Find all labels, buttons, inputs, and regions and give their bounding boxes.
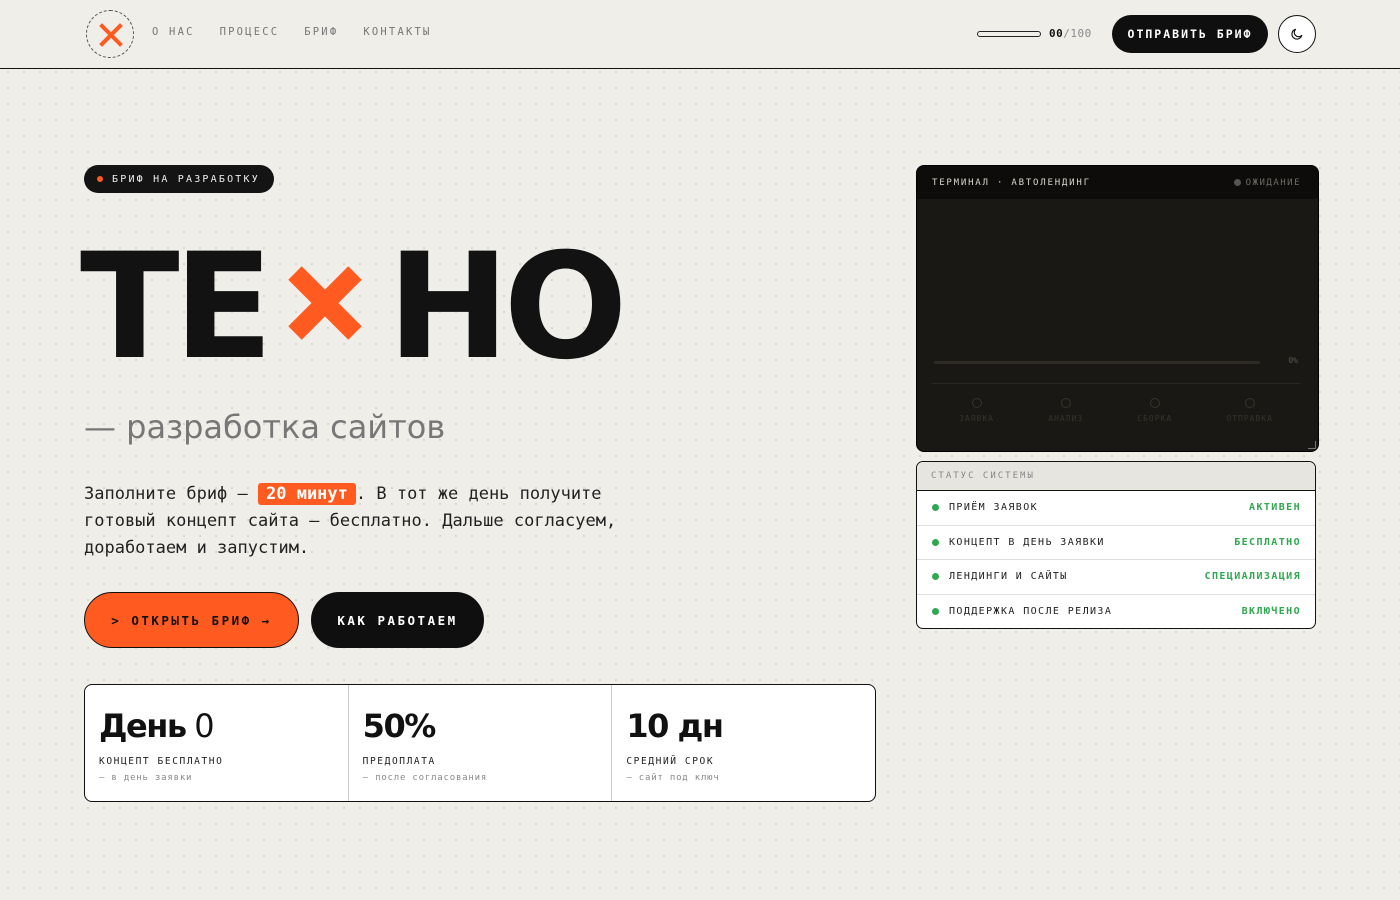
divider <box>932 383 1300 384</box>
terminal-title: ТЕРМИНАЛ · АВТОЛЕНДИНГ <box>932 177 1091 188</box>
status-row: ПОДДЕРЖКА ПОСЛЕ РЕЛИЗА ВКЛЮЧЕНО <box>917 595 1315 629</box>
theme-toggle-button[interactable] <box>1278 15 1316 53</box>
terminal-progress-bar <box>934 361 1260 364</box>
status-ok-icon <box>932 573 939 581</box>
terminal-panel: ТЕРМИНАЛ · АВТОЛЕНДИНГ ОЖИДАНИЕ 0% ЗАЯВК… <box>916 165 1319 452</box>
logo[interactable] <box>86 10 134 58</box>
step-circle-icon <box>1149 398 1160 408</box>
stats-panel: День 0 КОНЦЕПТ БЕСПЛАТНО — в день заявки… <box>84 684 876 802</box>
status-row: ЛЕНДИНГИ И САЙТЫ СПЕЦИАЛИЗАЦИЯ <box>917 560 1315 595</box>
hero-title-left: ТЕ <box>80 222 273 392</box>
x-mark-icon <box>288 266 363 340</box>
nav-process[interactable]: ПРОЦЕСС <box>220 26 280 38</box>
brief-progress-text: 00/100 <box>1049 27 1092 40</box>
x-logo-icon <box>99 23 123 47</box>
step-circle-icon <box>1244 398 1255 408</box>
send-brief-button[interactable]: ОТПРАВИТЬ БРИФ <box>1112 15 1268 53</box>
system-status-title: СТАТУС СИСТЕМЫ <box>917 462 1315 491</box>
terminal-step: СБОРКА <box>1137 398 1172 423</box>
status-ok-icon <box>932 538 939 546</box>
terminal-percent: 0% <box>1288 356 1298 365</box>
moon-icon <box>1291 28 1303 40</box>
step-circle-icon <box>1060 398 1071 408</box>
brief-progress-bar <box>977 31 1041 37</box>
open-brief-button[interactable]: > ОТКРЫТЬ БРИФ → <box>84 592 299 648</box>
nav-contacts[interactable]: КОНТАКТЫ <box>363 26 431 38</box>
status-ok-icon <box>932 504 939 512</box>
terminal-step: ЗАЯВКА <box>959 398 994 423</box>
hero-badge: БРИФ НА РАЗРАБОТКУ <box>84 165 274 193</box>
hero-title-right: НО <box>387 222 627 392</box>
nav-about[interactable]: О НАС <box>152 26 195 38</box>
hero-title: ТЕ НО <box>80 222 628 392</box>
stat-term: 10 дн СРЕДНИЙ СРОК — сайт под ключ <box>626 707 724 783</box>
hero-subtitle: — разработка сайтов <box>84 408 446 446</box>
stat-concept: День 0 КОНЦЕПТ БЕСПЛАТНО — в день заявки <box>85 685 349 801</box>
terminal-steps: ЗАЯВКА АНАЛИЗ СБОРКА ОТПРАВКА <box>932 398 1300 423</box>
nav-brief[interactable]: БРИФ <box>304 26 338 38</box>
badge-dot-icon <box>97 176 103 182</box>
terminal-step: АНАЛИЗ <box>1048 398 1083 423</box>
main-nav: О НАС ПРОЦЕСС БРИФ КОНТАКТЫ <box>152 26 432 38</box>
step-circle-icon <box>971 398 982 408</box>
status-ok-icon <box>932 608 939 616</box>
stat-prepayment: 50% ПРЕДОПЛАТА — после согласования <box>349 685 613 801</box>
lead-highlight: 20 минут <box>258 483 356 505</box>
hero-badge-label: БРИФ НА РАЗРАБОТКУ <box>112 173 260 185</box>
hero-lead: Заполните бриф — 20 минут. В тот же день… <box>84 483 617 558</box>
site-header: О НАС ПРОЦЕСС БРИФ КОНТАКТЫ 00/100 ОТПРА… <box>0 0 1400 69</box>
status-dot-icon <box>1233 179 1241 186</box>
how-we-work-button[interactable]: КАК РАБОТАЕМ <box>311 592 484 648</box>
status-row: КОНЦЕПТ В ДЕНЬ ЗАЯВКИ БЕСПЛАТНО <box>917 526 1315 560</box>
system-status-panel: СТАТУС СИСТЕМЫ ПРИЁМ ЗАЯВОК АКТИВЕН КОНЦ… <box>916 461 1316 629</box>
terminal-header: ТЕРМИНАЛ · АВТОЛЕНДИНГ ОЖИДАНИЕ <box>917 166 1318 199</box>
terminal-step: ОТПРАВКА <box>1226 398 1273 423</box>
resize-handle-icon[interactable] <box>1308 441 1316 449</box>
status-row: ПРИЁМ ЗАЯВОК АКТИВЕН <box>917 491 1315 526</box>
terminal-status: ОЖИДАНИЕ <box>1233 178 1301 188</box>
